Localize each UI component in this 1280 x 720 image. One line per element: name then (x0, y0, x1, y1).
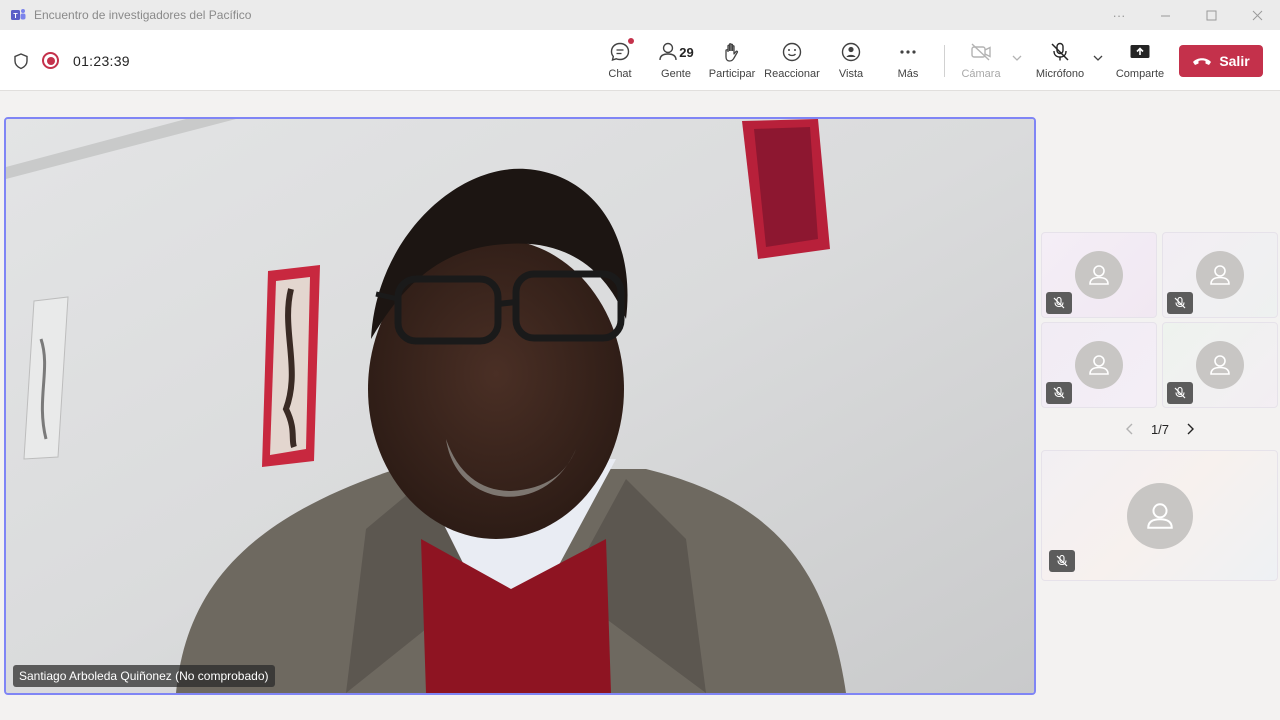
more-icon (900, 50, 916, 54)
microphone-options-chevron-down-icon[interactable] (1092, 52, 1104, 64)
share-screen-icon (1130, 45, 1150, 58)
view-label: Vista (838, 68, 864, 80)
muted-mic-icon (1167, 382, 1193, 404)
participant-tile[interactable] (1162, 322, 1278, 408)
people-icon (659, 42, 677, 61)
camera-label: Cámara (961, 68, 1001, 80)
raise-hand-icon (725, 43, 739, 62)
microphone-label: Micrófono (1035, 68, 1085, 80)
more-button[interactable]: Más (894, 40, 922, 84)
person-icon (1210, 265, 1230, 285)
muted-mic-icon (1046, 292, 1072, 314)
gallery-pager: 1/7 (1124, 418, 1196, 440)
leave-button[interactable]: Salir (1179, 45, 1263, 77)
people-button[interactable]: 29 Gente (656, 40, 696, 84)
leave-label: Salir (1219, 53, 1250, 69)
avatar (1075, 341, 1123, 389)
muted-mic-icon (1049, 550, 1075, 572)
camera-button[interactable]: Cámara (958, 40, 1004, 84)
speaker-name-tag: Santiago Arboleda Quiñonez (No comprobad… (13, 665, 275, 687)
page-indicator: 1/7 (1150, 421, 1170, 437)
window-more-button[interactable]: ··· (1096, 0, 1142, 30)
person-icon (1089, 265, 1109, 285)
raise-hand-label: Participar (708, 68, 756, 80)
react-button[interactable]: Reaccionar (763, 40, 821, 84)
meeting-toolbar: 01:23:39 Chat 29 Gente Participar Reacci… (0, 30, 1280, 91)
person-icon (1089, 355, 1109, 375)
toolbar-divider (944, 45, 945, 77)
recording-indicator-icon (42, 52, 59, 69)
microphone-button[interactable]: Micrófono (1034, 40, 1086, 84)
muted-mic-icon (1046, 382, 1072, 404)
person-icon (1147, 503, 1173, 529)
microphone-off-icon (1051, 42, 1069, 61)
participant-tile[interactable] (1041, 322, 1157, 408)
share-button[interactable]: Comparte (1114, 40, 1166, 84)
chat-label: Chat (608, 68, 632, 80)
previous-page-chevron-left-icon[interactable] (1124, 422, 1136, 436)
avatar (1196, 341, 1244, 389)
avatar (1196, 251, 1244, 299)
people-count: 29 (679, 44, 694, 60)
react-label: Reaccionar (764, 68, 820, 80)
chat-notification-dot (628, 38, 634, 44)
share-label: Comparte (1115, 68, 1165, 80)
window-minimize-button[interactable] (1142, 0, 1188, 30)
muted-mic-icon (1167, 292, 1193, 314)
avatar (1075, 251, 1123, 299)
person-icon (1210, 355, 1230, 375)
window-close-button[interactable] (1234, 0, 1280, 30)
camera-off-icon (971, 43, 991, 61)
chat-icon (610, 42, 630, 62)
window-maximize-button[interactable] (1188, 0, 1234, 30)
camera-options-chevron-down-icon[interactable] (1011, 52, 1023, 64)
hang-up-icon (1193, 58, 1212, 65)
main-speaker-video[interactable]: Santiago Arboleda Quiñonez (No comprobad… (4, 117, 1036, 695)
more-label: Más (897, 68, 919, 80)
window-titlebar: T Encuentro de investigadores del Pacífi… (0, 0, 1280, 30)
avatar (1127, 483, 1193, 549)
participant-tile-large[interactable] (1041, 450, 1278, 581)
next-page-chevron-right-icon[interactable] (1184, 422, 1196, 436)
participant-tile[interactable] (1041, 232, 1157, 318)
chat-button[interactable]: Chat (604, 38, 636, 84)
meeting-timer: 01:23:39 (73, 52, 130, 69)
speaker-video-frame (6, 119, 1034, 693)
participant-tile[interactable] (1162, 232, 1278, 318)
view-icon (841, 42, 861, 62)
people-label: Gente (661, 68, 691, 80)
teams-app-icon: T (11, 9, 26, 20)
view-button[interactable]: Vista (834, 40, 868, 84)
svg-text:T: T (13, 13, 18, 20)
shield-icon[interactable] (12, 52, 30, 70)
emoji-icon (782, 42, 802, 62)
window-title: Encuentro de investigadores del Pacífico (34, 8, 252, 22)
raise-hand-button[interactable]: Participar (707, 40, 757, 84)
